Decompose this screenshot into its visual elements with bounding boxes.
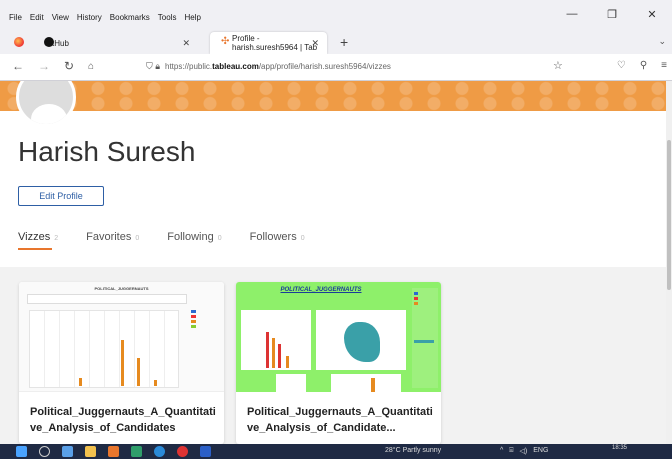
- viz-thumbnail[interactable]: POLITICAL_JUGGERNAUTS: [236, 282, 441, 392]
- tab-favorites-count: 0: [135, 235, 140, 242]
- language-indicator[interactable]: ENG: [533, 447, 548, 455]
- restore-icon[interactable]: ❐: [592, 8, 632, 21]
- menu-help[interactable]: Help: [184, 13, 200, 22]
- thumbnail-bar-chart: [241, 310, 311, 370]
- minimize-icon[interactable]: —: [552, 8, 592, 21]
- thumbnail-title: POLITICAL_JUGGERNAUTS: [280, 287, 362, 293]
- profile-banner: [0, 81, 666, 111]
- taskbar-icons: [16, 446, 211, 457]
- task-view-icon[interactable]: [62, 446, 73, 457]
- navigation-bar: ← → ↻ ⌂ ⛉ 🔒︎ https://public.tableau.com/…: [0, 54, 672, 81]
- word-icon[interactable]: [200, 446, 211, 457]
- close-tab-icon[interactable]: ✕: [182, 38, 190, 49]
- close-window-icon[interactable]: ✕: [632, 8, 672, 21]
- menu-file[interactable]: File: [9, 13, 22, 22]
- search-icon[interactable]: [39, 446, 50, 457]
- windows-start-icon[interactable]: [16, 446, 27, 457]
- viz-gallery: POLITICAL_JUGGERNAUTS Political_Juggerna…: [0, 267, 666, 444]
- profile-name: Harish Suresh: [18, 136, 196, 167]
- avatar: [16, 81, 76, 127]
- system-tray: ^ ⌸ ◁) ENG: [500, 447, 548, 455]
- tab-followers[interactable]: Followers 0: [250, 231, 305, 243]
- edit-profile-button[interactable]: Edit Profile: [18, 186, 104, 206]
- edge-icon[interactable]: [154, 446, 165, 457]
- forward-icon[interactable]: →: [38, 59, 50, 73]
- tab-vizzes-label: Vizzes: [18, 231, 51, 243]
- url-field[interactable]: https://public.tableau.com/app/profile/h…: [165, 62, 391, 71]
- thumbnail-title: POLITICAL_JUGGERNAUTS: [94, 286, 149, 291]
- tab-favorites[interactable]: Favorites 0: [86, 231, 139, 243]
- back-icon[interactable]: ←: [12, 59, 24, 73]
- pocket-icon[interactable]: ♡: [617, 60, 626, 71]
- reload-icon[interactable]: ↻: [64, 59, 74, 73]
- firefox-icon: [14, 37, 24, 47]
- tab-followers-label: Followers: [249, 231, 297, 243]
- chevron-down-icon[interactable]: ⌄: [658, 36, 666, 47]
- github-icon: [44, 37, 54, 47]
- menu-items: File Edit View History Bookmarks Tools H…: [9, 13, 201, 22]
- url-path: /app/profile/harish.suresh5964/vizzes: [258, 62, 391, 71]
- menu-history[interactable]: History: [77, 13, 102, 22]
- viz-card-title[interactable]: Political_Juggernauts_A_Quantitative_Ana…: [30, 404, 220, 436]
- menu-bookmarks[interactable]: Bookmarks: [110, 13, 150, 22]
- tab-vizzes-count: 2: [54, 235, 59, 242]
- tableau-icon: ✣: [221, 36, 230, 47]
- tab-following-label: Following: [167, 231, 214, 243]
- chevron-up-icon[interactable]: ^: [500, 447, 503, 455]
- menu-tools[interactable]: Tools: [158, 13, 177, 22]
- thumbnail-chart: [29, 310, 179, 388]
- window-controls: — ❐ ✕: [552, 8, 672, 21]
- active-tab-underline: [18, 248, 52, 250]
- tab-vizzes[interactable]: Vizzes 2: [18, 231, 58, 243]
- clock[interactable]: 18:35: [612, 445, 627, 452]
- home-icon[interactable]: ⌂: [88, 61, 94, 72]
- profile-tabs: Vizzes 2 Favorites 0 Following 0 Followe…: [18, 231, 333, 243]
- viz-card[interactable]: POLITICAL_JUGGERNAUTS Political_Juggerna…: [236, 282, 441, 444]
- scrollbar-thumb[interactable]: [667, 140, 671, 290]
- toolbar-icons: ♡ ⚲ ≡: [617, 60, 667, 71]
- tab-bar: GitHub ✕ Profile - harish.suresh5964 | T…: [0, 30, 672, 54]
- viz-thumbnail[interactable]: POLITICAL_JUGGERNAUTS: [19, 282, 224, 392]
- viz-card-title[interactable]: Political_Juggernauts_A_Quantitative_Ana…: [247, 404, 437, 436]
- extensions-icon[interactable]: ⚲: [640, 60, 647, 71]
- app-icon[interactable]: [108, 446, 119, 457]
- network-icon[interactable]: ⌸: [509, 447, 513, 455]
- weather-widget[interactable]: 28°C Partly sunny: [385, 447, 441, 454]
- tab-favorites-label: Favorites: [86, 231, 132, 243]
- shield-lock-icon: ⛉ 🔒︎: [146, 61, 161, 71]
- file-explorer-icon[interactable]: [85, 446, 96, 457]
- app-icon[interactable]: [131, 446, 142, 457]
- viz-card[interactable]: POLITICAL_JUGGERNAUTS Political_Juggerna…: [19, 282, 224, 444]
- page-content: Harish Suresh Edit Profile Vizzes 2 Favo…: [0, 81, 666, 444]
- url-prefix: https://public.: [165, 62, 213, 71]
- hamburger-menu-icon[interactable]: ≡: [661, 60, 667, 71]
- volume-icon[interactable]: ◁): [520, 447, 528, 455]
- menu-edit[interactable]: Edit: [30, 13, 44, 22]
- tab-following-count: 0: [217, 235, 222, 242]
- tab-following[interactable]: Following 0: [167, 231, 221, 243]
- app-icon[interactable]: [177, 446, 188, 457]
- menu-view[interactable]: View: [52, 13, 69, 22]
- bookmark-star-icon[interactable]: ☆: [553, 59, 563, 72]
- windows-taskbar: 28°C Partly sunny ^ ⌸ ◁) ENG 18:35: [0, 444, 672, 459]
- close-tab-icon[interactable]: ✕: [311, 38, 319, 49]
- url-domain: tableau.com: [212, 62, 259, 71]
- new-tab-icon[interactable]: +: [340, 34, 348, 50]
- menu-bar: File Edit View History Bookmarks Tools H…: [0, 0, 672, 30]
- tab-followers-count: 0: [300, 235, 305, 242]
